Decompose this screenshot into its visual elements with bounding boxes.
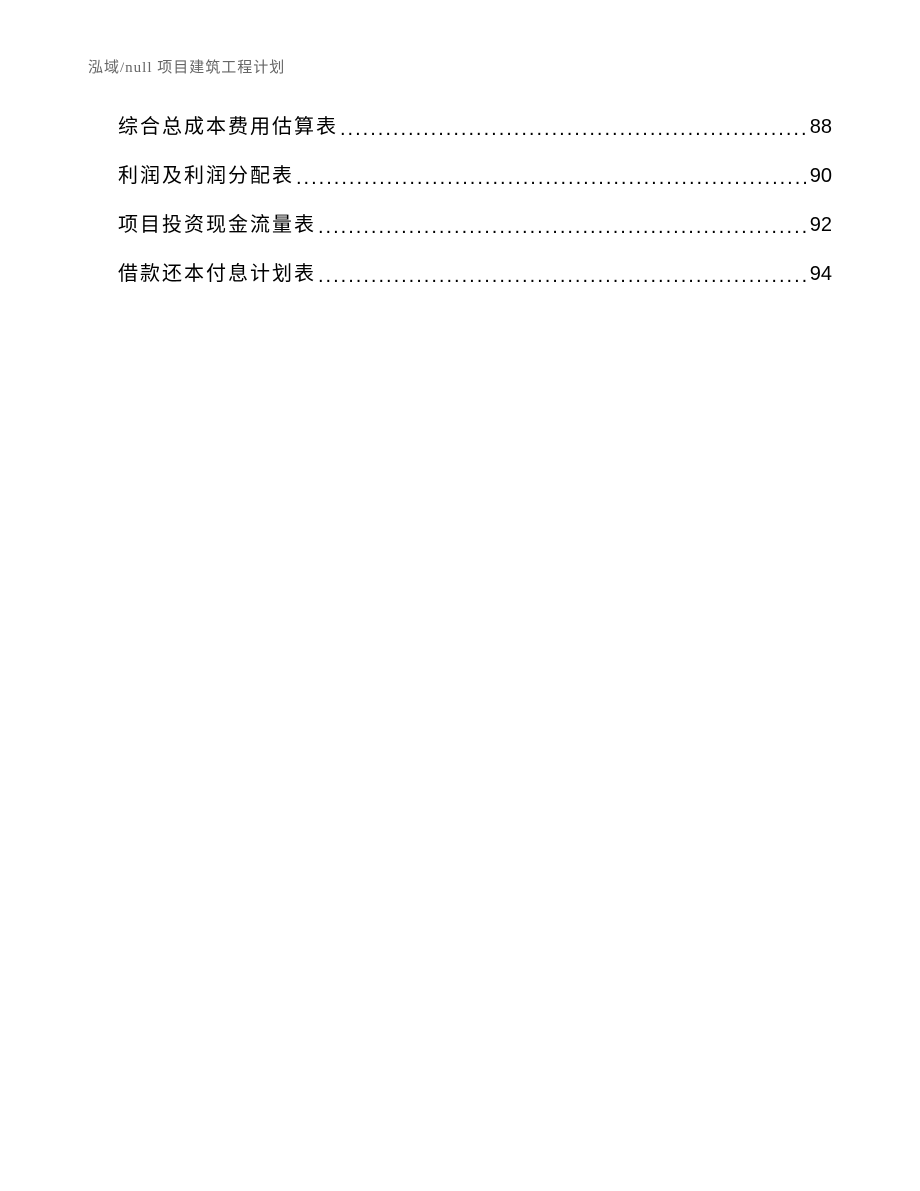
toc-page-number: 94 bbox=[810, 263, 832, 286]
toc-title: 借款还本付息计划表 bbox=[118, 257, 316, 286]
toc-entry: 利润及利润分配表 90 bbox=[118, 159, 832, 188]
toc-leader-dots bbox=[318, 265, 808, 288]
table-of-contents: 综合总成本费用估算表 88 利润及利润分配表 90 项目投资现金流量表 92 借… bbox=[118, 110, 832, 306]
toc-page-number: 88 bbox=[810, 116, 832, 139]
toc-title: 综合总成本费用估算表 bbox=[118, 110, 338, 139]
toc-entry: 项目投资现金流量表 92 bbox=[118, 208, 832, 237]
toc-entry: 综合总成本费用估算表 88 bbox=[118, 110, 832, 139]
toc-title: 利润及利润分配表 bbox=[118, 159, 294, 188]
toc-entry: 借款还本付息计划表 94 bbox=[118, 257, 832, 286]
toc-title: 项目投资现金流量表 bbox=[118, 208, 316, 237]
toc-leader-dots bbox=[318, 216, 808, 239]
toc-leader-dots bbox=[340, 118, 808, 141]
toc-leader-dots bbox=[296, 167, 808, 190]
page-header: 泓域/null 项目建筑工程计划 bbox=[88, 56, 285, 77]
toc-page-number: 90 bbox=[810, 165, 832, 188]
toc-page-number: 92 bbox=[810, 214, 832, 237]
